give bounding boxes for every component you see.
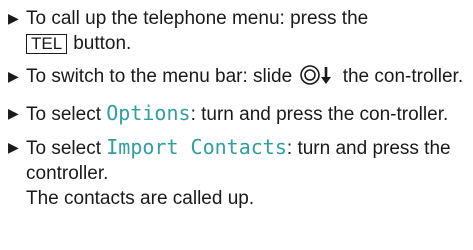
result-text: The contacts are called up. [26,188,255,209]
step-3-after: : turn and press the con-troller. [190,104,449,125]
import-contacts-menu-label: Import Contacts [106,135,287,159]
tel-key-label: TEL [26,34,68,54]
step-1-before: To call up the telephone menu: press the [26,8,369,29]
options-menu-label: Options [106,101,191,125]
bullet-arrow-icon: ▶ [8,10,19,26]
step-2: ▶ To switch to the menu bar: slide the c… [8,64,465,93]
step-3: ▶ To select Options: turn and press the … [8,101,465,127]
step-4: ▶ To select Import Contacts: turn and pr… [8,135,465,186]
step-4-before: To select [26,138,101,159]
bullet-arrow-icon: ▶ [8,68,19,84]
instruction-page: ▶ To call up the telephone menu: press t… [0,0,473,250]
step-3-text: To select Options: turn and press the co… [26,101,465,127]
step-4-text: To select Import Contacts: turn and pres… [26,135,465,186]
step-1-text: To call up the telephone menu: press the… [26,6,465,56]
bullet-arrow-icon: ▶ [8,105,19,121]
step-1: ▶ To call up the telephone menu: press t… [8,6,465,56]
step-2-after: the con-troller. [342,66,464,87]
controller-slide-down-icon [299,64,335,93]
step-2-text: To switch to the menu bar: slide the con… [26,64,465,93]
step-1-after: button. [73,33,132,54]
step-3-before: To select [26,104,101,125]
step-2-before: To switch to the menu bar: slide [26,66,293,87]
bullet-arrow-icon: ▶ [8,139,19,155]
